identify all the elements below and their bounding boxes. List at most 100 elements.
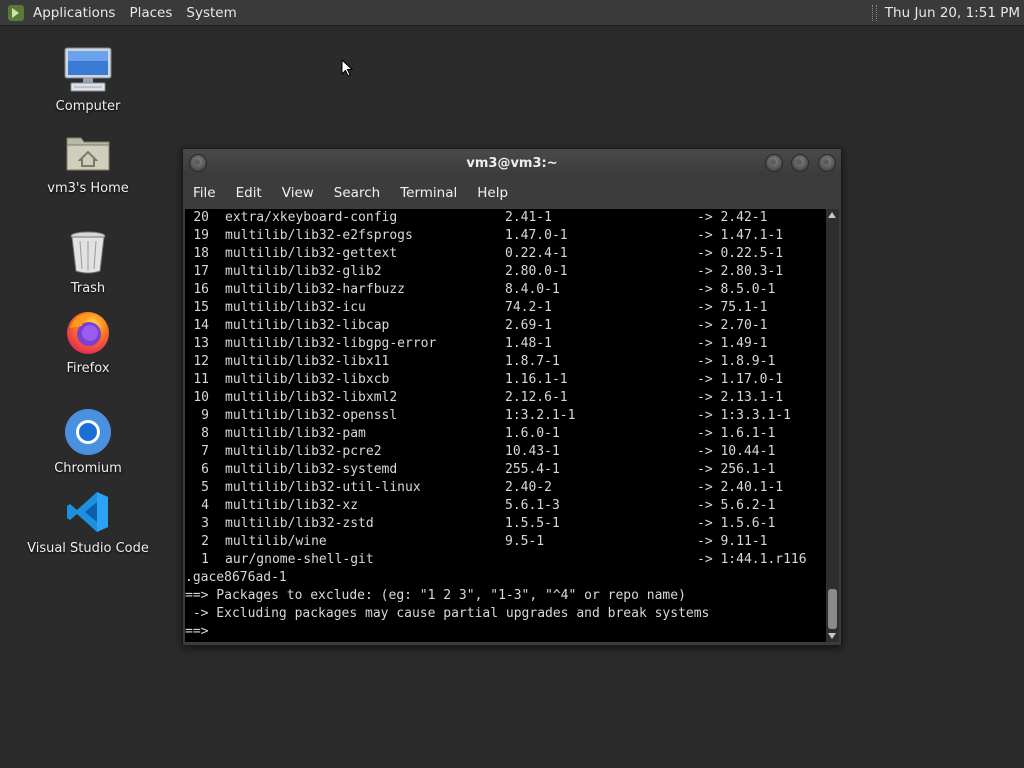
- desktop-icon-label: Chromium: [54, 461, 122, 476]
- desktop-icon-label: Trash: [70, 281, 106, 296]
- package-old-version: 1.16.1-1: [505, 372, 568, 387]
- menu-terminal[interactable]: Terminal: [390, 185, 467, 201]
- package-old-version: 2.41-1: [505, 210, 552, 225]
- package-old-version: 2.40-2: [505, 480, 552, 495]
- package-row: 11 multilib/lib32-libxcb 1.16.1-1 -> 1.17.0…: [185, 371, 826, 389]
- window-menu-button[interactable]: [189, 154, 207, 172]
- desktop-icon-chromium[interactable]: Chromium: [23, 406, 153, 476]
- package-new-version: -> 2.42-1: [697, 210, 768, 225]
- package-row: 8 multilib/lib32-pam 1.6.0-1 -> 1.6.1-1: [185, 425, 826, 443]
- package-number: 7: [201, 444, 209, 459]
- terminal-output[interactable]: 20 extra/xkeyboard-config 2.41-1 -> 2.42-1 …: [185, 209, 826, 642]
- desktop-icon-label: Firefox: [66, 361, 110, 376]
- package-old-version: 2.80.0-1: [505, 264, 568, 279]
- package-name: multilib/lib32-pcre2: [225, 444, 382, 459]
- package-number: 18: [193, 246, 209, 261]
- distro-logo-icon[interactable]: [7, 4, 25, 22]
- chromium-icon: [62, 406, 114, 458]
- desktop-icon-home[interactable]: vm3's Home: [23, 126, 153, 196]
- package-new-version: -> 1.6.1-1: [697, 426, 776, 441]
- package-number: 17: [193, 264, 209, 279]
- package-new-version: -> 1.47.1-1: [697, 228, 784, 243]
- package-number: 4: [201, 498, 209, 513]
- scrollbar-thumb[interactable]: [828, 589, 837, 629]
- menu-file[interactable]: File: [183, 185, 226, 201]
- package-number: 3: [201, 516, 209, 531]
- desktop-icon-vscode[interactable]: Visual Studio Code: [23, 486, 153, 556]
- package-new-version: -> 2.70-1: [697, 318, 768, 333]
- package-name: multilib/lib32-openssl: [225, 408, 398, 423]
- package-row: 15 multilib/lib32-icu 74.2-1 -> 75.1-1: [185, 299, 826, 317]
- terminal-scrollbar[interactable]: [826, 209, 839, 642]
- minimize-button[interactable]: [765, 154, 783, 172]
- package-number: 14: [193, 318, 209, 333]
- package-old-version: 1.6.0-1: [505, 426, 560, 441]
- input-prompt-line[interactable]: ==>: [185, 623, 826, 641]
- desktop-icon-computer[interactable]: Computer: [23, 44, 153, 114]
- menu-edit[interactable]: Edit: [226, 185, 272, 201]
- package-new-version: -> 1.5.6-1: [697, 516, 776, 531]
- package-old-version: 1.5.5-1: [505, 516, 560, 531]
- package-new-version: -> 9.11-1: [697, 534, 768, 549]
- package-old-version: 10.43-1: [505, 444, 560, 459]
- package-number: 10: [193, 390, 209, 405]
- package-row: 10 multilib/lib32-libxml2 2.12.6-1 -> 2.13.…: [185, 389, 826, 407]
- terminal-titlebar[interactable]: vm3@vm3:~: [183, 149, 841, 177]
- scroll-up-arrow-icon[interactable]: [828, 212, 836, 218]
- package-new-version: -> 2.13.1-1: [697, 390, 784, 405]
- package-number: 6: [201, 462, 209, 477]
- package-old-version: 255.4-1: [505, 462, 560, 477]
- package-name: multilib/lib32-systemd: [225, 462, 398, 477]
- package-number: 19: [193, 228, 209, 243]
- package-name: multilib/lib32-libxcb: [225, 372, 390, 387]
- package-row: 1 aur/gnome-shell-git -> 1:44.1.r116: [185, 551, 826, 569]
- window-title: vm3@vm3:~: [466, 155, 558, 171]
- desktop-icon-label: vm3's Home: [47, 181, 129, 196]
- package-new-version: -> 75.1-1: [697, 300, 768, 315]
- package-name: multilib/lib32-pam: [225, 426, 366, 441]
- system-menu[interactable]: System: [186, 5, 236, 21]
- package-name: multilib/lib32-libx11: [225, 354, 390, 369]
- vscode-icon: [62, 486, 114, 538]
- computer-icon: [62, 44, 114, 96]
- wrapped-line: .gace8676ad-1: [185, 570, 287, 585]
- package-row: 16 multilib/lib32-harfbuzz 8.4.0-1 -> 8.5.0…: [185, 281, 826, 299]
- package-number: 20: [193, 210, 209, 225]
- package-row: 17 multilib/lib32-glib2 2.80.0-1 -> 2.80.3-…: [185, 263, 826, 281]
- package-old-version: 1:3.2.1-1: [505, 408, 576, 423]
- scroll-down-arrow-icon[interactable]: [828, 633, 836, 639]
- package-row: 3 multilib/lib32-zstd 1.5.5-1 -> 1.5.6-1: [185, 515, 826, 533]
- package-name: multilib/lib32-util-linux: [225, 480, 421, 495]
- package-new-version: -> 10.44-1: [697, 444, 776, 459]
- desktop-icon-firefox[interactable]: Firefox: [23, 306, 153, 376]
- menu-search[interactable]: Search: [324, 185, 390, 201]
- maximize-button[interactable]: [791, 154, 809, 172]
- package-old-version: 2.69-1: [505, 318, 552, 333]
- package-row: 7 multilib/lib32-pcre2 10.43-1 -> 10.44-1: [185, 443, 826, 461]
- terminal-window[interactable]: vm3@vm3:~ File Edit View Search Terminal…: [182, 148, 842, 646]
- package-number: 2: [201, 534, 209, 549]
- menu-view[interactable]: View: [272, 185, 324, 201]
- package-name: multilib/lib32-icu: [225, 300, 366, 315]
- close-button[interactable]: [818, 154, 836, 172]
- package-name: multilib/lib32-harfbuzz: [225, 282, 406, 297]
- package-old-version: 1.48-1: [505, 336, 552, 351]
- package-new-version: -> 0.22.5-1: [697, 246, 784, 261]
- package-old-version: 5.6.1-3: [505, 498, 560, 513]
- desktop-icon-trash[interactable]: Trash: [23, 226, 153, 296]
- home-folder-icon: [62, 126, 114, 178]
- panel-separator: [871, 4, 877, 21]
- exclude-prompt-line: ==> Packages to exclude: (eg: "1 2 3", "…: [185, 588, 686, 603]
- desktop-icon-label: Computer: [55, 99, 121, 114]
- clock[interactable]: Thu Jun 20, 1:51 PM: [885, 5, 1020, 21]
- package-number: 9: [201, 408, 209, 423]
- package-name: extra/xkeyboard-config: [225, 210, 398, 225]
- package-old-version: 1.8.7-1: [505, 354, 560, 369]
- package-row: 12 multilib/lib32-libx11 1.8.7-1 -> 1.8.9-1: [185, 353, 826, 371]
- package-number: 5: [201, 480, 209, 495]
- places-menu[interactable]: Places: [129, 5, 172, 21]
- package-row: 13 multilib/lib32-libgpg-error 1.48-1 -> 1.…: [185, 335, 826, 353]
- menu-help[interactable]: Help: [467, 185, 518, 201]
- package-number: 12: [193, 354, 209, 369]
- applications-menu[interactable]: Applications: [33, 5, 115, 21]
